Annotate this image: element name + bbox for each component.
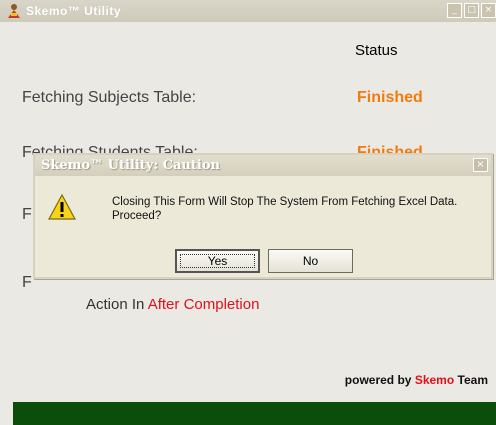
powered-prefix: powered by bbox=[344, 373, 412, 387]
warning-icon bbox=[47, 193, 77, 220]
row-label-subjects: Fetching Subjects Table: bbox=[22, 89, 197, 106]
dialog-message: Closing This Form Will Stop The System F… bbox=[112, 196, 458, 222]
dialog-close-button[interactable]: × bbox=[473, 158, 488, 172]
caution-dialog: Skemo™ Utility: Caution × Closing This F… bbox=[33, 153, 493, 279]
action-value[interactable]: After Completion bbox=[148, 296, 260, 313]
app-icon bbox=[8, 4, 20, 18]
action-prefix: Action In bbox=[86, 296, 145, 313]
row-label-3: F bbox=[22, 206, 32, 223]
row-label-4: F bbox=[22, 274, 32, 291]
yes-button[interactable]: Yes bbox=[175, 249, 260, 273]
dialog-titlebar[interactable]: Skemo™ Utility: Caution bbox=[35, 155, 491, 176]
no-button-label: No bbox=[302, 254, 319, 268]
dialog-title: Skemo™ Utility: Caution bbox=[41, 158, 220, 173]
window-titlebar[interactable]: Skemo™ Utility _ □ × bbox=[0, 0, 496, 22]
minimize-button[interactable]: _ bbox=[447, 3, 462, 18]
action-line: Action In After Completion bbox=[86, 296, 259, 313]
no-button[interactable]: No bbox=[268, 249, 353, 273]
powered-by-text: powered by Skemo Team bbox=[345, 373, 488, 387]
main-window: Skemo™ Utility _ □ × Status Fetching Sub… bbox=[0, 0, 496, 425]
status-column-header: Status bbox=[355, 42, 398, 59]
window-title: Skemo™ Utility bbox=[26, 4, 122, 18]
maximize-button[interactable]: □ bbox=[464, 3, 479, 18]
yes-button-focus-ring bbox=[180, 254, 255, 268]
powered-brand: Skemo bbox=[414, 373, 455, 387]
row-status-subjects: Finished bbox=[357, 89, 423, 106]
footer-bar bbox=[13, 402, 496, 425]
close-window-button[interactable]: × bbox=[481, 3, 496, 18]
powered-suffix: Team bbox=[457, 373, 488, 387]
